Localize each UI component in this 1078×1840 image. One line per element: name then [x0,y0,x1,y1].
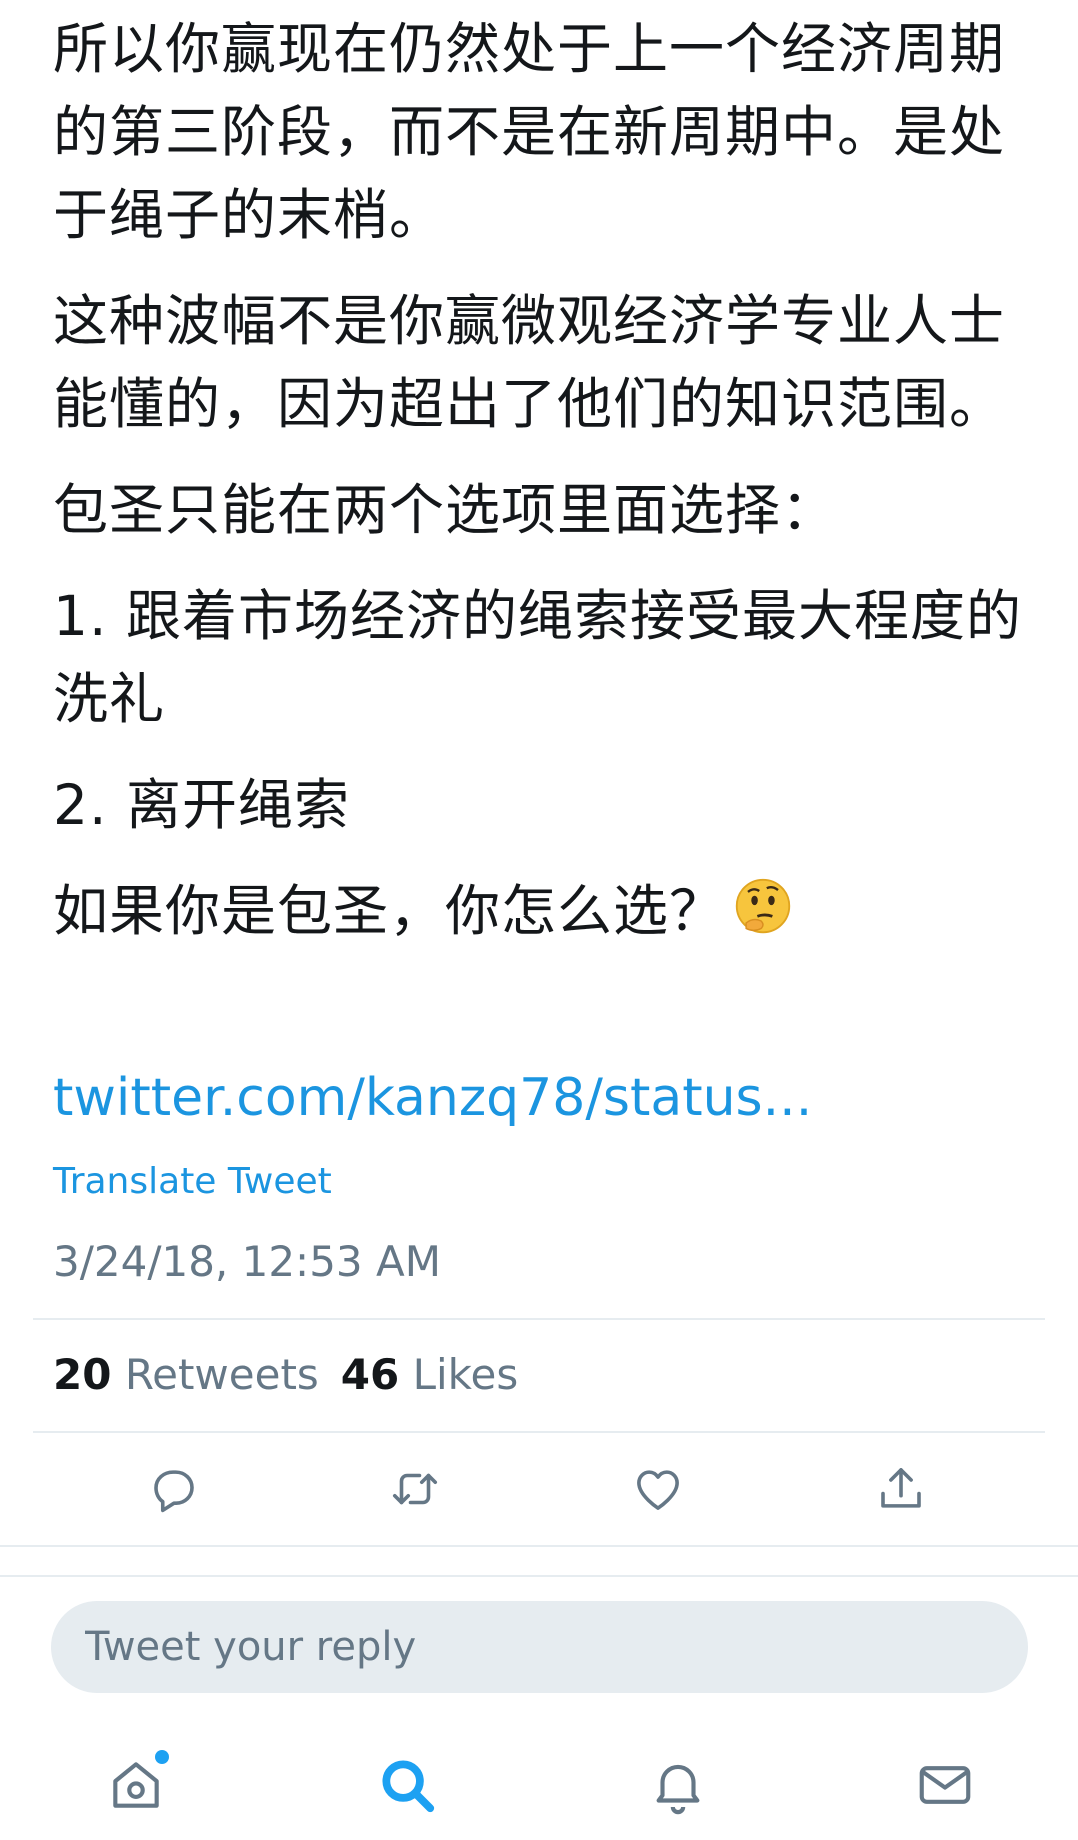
divider [33,1431,1045,1433]
like-icon [637,1470,679,1510]
notification-dot [155,1750,169,1764]
tweet-link[interactable]: twitter.com/kanzq78/status... [53,1063,812,1133]
nav-messages[interactable] [910,1750,980,1820]
divider [0,1545,1078,1547]
like-button[interactable] [628,1459,688,1519]
retweets-count: 20 [53,1350,112,1399]
reply-button[interactable] [144,1459,204,1519]
reply-icon [154,1470,194,1513]
likes-stat[interactable]: 46 Likes [341,1350,518,1399]
divider [0,1575,1078,1577]
tweet-paragraph: 所以你赢现在仍然处于上一个经济周期的第三阶段，而不是在新周期中。是处于绳子的末梢… [53,17,1006,247]
tweet-question: 如果你是包圣，你怎么选？ [53,879,726,943]
tweet-actions [0,1443,1078,1543]
nav-home[interactable] [101,1750,171,1820]
bottom-nav [0,1730,1078,1840]
retweet-button[interactable] [385,1459,445,1519]
likes-count: 46 [340,1350,400,1399]
divider [33,1318,1045,1320]
tweet-timestamp: 3/24/18, 12:53 AM [53,1237,441,1286]
search-icon [382,1760,435,1813]
tweet-paragraph: 包圣只能在两个选项里面选择： [53,478,838,542]
tweet-paragraph: 这种波幅不是你赢微观经济学专业人士能懂的，因为超出了他们的知识范围。 [53,289,1006,436]
thinking-face-emoji-icon [735,878,791,934]
share-icon [881,1468,921,1508]
home-icon [113,1762,159,1808]
retweets-stat[interactable]: 20 Retweets [53,1350,319,1399]
nav-notifications[interactable] [643,1750,713,1820]
tweet-paragraph-last: 如果你是包圣，你怎么选？ [53,870,1033,953]
share-button[interactable] [871,1459,931,1519]
reply-input[interactable] [85,1624,1028,1670]
retweet-icon [392,1473,438,1505]
translate-tweet-link[interactable]: Translate Tweet [53,1157,332,1207]
retweets-label: Retweets [124,1350,319,1399]
reply-composer[interactable] [51,1601,1028,1693]
nav-search[interactable] [372,1750,442,1820]
likes-label: Likes [412,1350,519,1399]
tweet-stats: 20 Retweets 46 Likes [53,1347,518,1403]
tweet-paragraph: 2. 离开绳索 [53,773,350,837]
tweet-text: 所以你赢现在仍然处于上一个经济周期的第三阶段，而不是在新周期中。是处于绳子的末梢… [53,8,1033,953]
messages-icon [919,1766,971,1804]
notifications-icon [656,1764,700,1815]
tweet-paragraph: 1. 跟着市场经济的绳索接受最大程度的洗礼 [53,584,1022,731]
